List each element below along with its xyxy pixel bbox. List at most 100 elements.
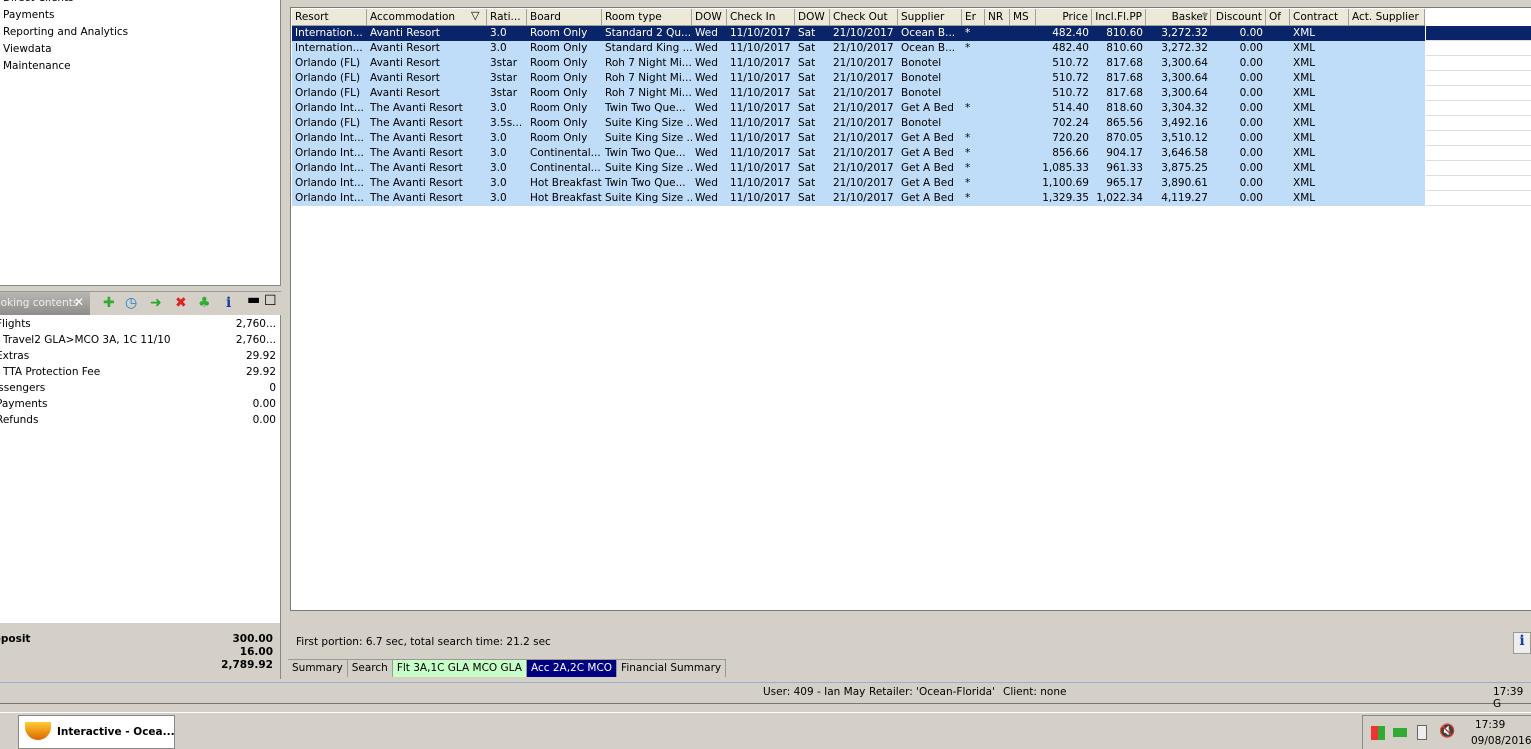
delete-icon[interactable]: ✖	[175, 295, 187, 311]
tab-financial-summary[interactable]: Financial Summary	[617, 659, 727, 677]
info-icon[interactable]: i	[226, 295, 231, 311]
table-row[interactable]: Orlando (FL) Avanti Resort 3star Room Only R…	[291, 56, 1531, 71]
booking-item[interactable]: Travel2 GLA>MCO 3A, 1C 11/10 2,760...	[0, 334, 276, 350]
table-cell: 11/10/2017	[727, 71, 795, 86]
device-icon[interactable]	[1417, 725, 1427, 740]
table-row[interactable]: Orlando Int... The Avanti Resort 3.0 Hot Br…	[291, 191, 1531, 206]
table-row[interactable]: Orlando Int... The Avanti Resort 3.0 Room O…	[291, 101, 1531, 116]
table-cell: Orlando Int...	[292, 101, 367, 116]
nav-item[interactable]: Payments	[3, 9, 54, 21]
column-header[interactable]: Incl.Fl.PP	[1092, 9, 1146, 26]
table-cell: XML	[1290, 191, 1349, 206]
info-button[interactable]: i	[1513, 632, 1531, 654]
tab-booking-contents[interactable]: Booking contents✕	[0, 292, 90, 315]
column-header[interactable]: Contract	[1290, 9, 1349, 26]
column-header[interactable]: Room type	[602, 9, 692, 26]
close-icon[interactable]: ✕	[74, 295, 84, 309]
table-cell: 0.00	[1211, 131, 1266, 146]
tab-acc-2a-2c-mco[interactable]: Acc 2A,2C MCO	[526, 659, 618, 677]
table-cell: *	[962, 41, 985, 56]
column-header[interactable]: Accommodation	[367, 9, 487, 26]
column-header[interactable]: Resort	[292, 9, 367, 26]
table-cell: 3.0	[487, 131, 527, 146]
table-cell: 11/10/2017	[727, 176, 795, 191]
table-cell: Bonotel	[898, 56, 962, 71]
booking-item[interactable]: Passengers 0	[0, 382, 276, 398]
column-header[interactable]: Discount	[1211, 9, 1266, 26]
table-row[interactable]: Internation... Avanti Resort 3.0 Room Only S…	[291, 41, 1531, 56]
table-cell: XML	[1290, 41, 1349, 56]
booking-item-label: Flights	[0, 318, 31, 330]
column-header[interactable]: Check In	[727, 9, 795, 26]
total-label: Deposit	[0, 633, 31, 645]
table-cell: 856.66	[1036, 146, 1092, 161]
column-header[interactable]: NR	[985, 9, 1010, 26]
volume-muted-icon[interactable]: 🔇	[1439, 724, 1455, 739]
status-user: User: 409 - Ian May	[763, 686, 866, 698]
maximize-icon[interactable]: ☐	[264, 293, 277, 309]
table-cell: XML	[1290, 56, 1349, 71]
table-cell: Suite King Size ...	[602, 191, 692, 206]
add-icon[interactable]: ✚	[103, 295, 115, 311]
table-row[interactable]: Orlando Int... The Avanti Resort 3.0 Contin…	[291, 146, 1531, 161]
booking-item[interactable]: Refunds 0.00	[0, 414, 276, 430]
column-header[interactable]: DOW	[692, 9, 727, 26]
table-row[interactable]: Orlando Int... The Avanti Resort 3.0 Hot Br…	[291, 176, 1531, 191]
table-cell: 11/10/2017	[727, 161, 795, 176]
system-tray: 🔇 17:39 09/08/2016	[1362, 715, 1531, 749]
table-cell: 11/10/2017	[727, 26, 795, 41]
clock-icon[interactable]: ◷	[125, 295, 137, 311]
column-header[interactable]: Act. Supplier	[1349, 9, 1425, 26]
network-icon[interactable]	[1393, 728, 1407, 737]
column-header[interactable]: Of	[1266, 9, 1290, 26]
table-cell	[1010, 146, 1036, 161]
table-cell: 810.60	[1092, 26, 1146, 41]
filter-icon[interactable]: ▽	[471, 9, 479, 22]
nav-item[interactable]: Maintenance	[3, 60, 71, 72]
table-cell: *	[962, 161, 985, 176]
column-header[interactable]: Board	[527, 9, 602, 26]
column-header[interactable]: Supplier	[898, 9, 962, 26]
column-header[interactable]: Check Out	[830, 9, 898, 26]
table-cell: Twin Two Que...	[602, 146, 692, 161]
nav-item[interactable]: Viewdata	[3, 43, 52, 55]
table-cell: Room Only	[527, 71, 602, 86]
table-cell: 870.05	[1092, 131, 1146, 146]
column-header[interactable]: DOW	[795, 9, 830, 26]
nav-item[interactable]: Reporting and Analytics	[3, 26, 128, 38]
table-row[interactable]: Internation... Avanti Resort 3.0 Room Only S…	[291, 26, 1531, 41]
table-cell	[1010, 71, 1036, 86]
table-cell: 1,329.35	[1036, 191, 1092, 206]
table-cell: XML	[1290, 86, 1349, 101]
tab-search[interactable]: Search	[347, 659, 393, 677]
table-cell: Wed	[692, 161, 727, 176]
table-cell	[985, 86, 1010, 101]
booking-item[interactable]: TTA Protection Fee 29.92	[0, 366, 276, 382]
booking-item[interactable]: Extras 29.92	[0, 350, 276, 366]
table-row[interactable]: Orlando Int... The Avanti Resort 3.0 Contin…	[291, 161, 1531, 176]
column-header[interactable]: Er	[962, 9, 985, 26]
table-cell: 3,300.64	[1146, 71, 1211, 86]
nav-item[interactable]: Direct Clients	[3, 0, 74, 4]
sort-desc-icon[interactable]: ▼	[1202, 11, 1208, 20]
table-cell: 21/10/2017	[830, 191, 898, 206]
column-header[interactable]: Price	[1036, 9, 1092, 26]
column-header[interactable]: Rati...	[487, 9, 527, 26]
tab-summary[interactable]: Summary	[288, 659, 348, 677]
table-cell: *	[962, 176, 985, 191]
table-row[interactable]: Orlando (FL) Avanti Resort 3star Room Only R…	[291, 71, 1531, 86]
table-cell: Sat	[795, 161, 830, 176]
palm-tree-icon[interactable]: ♣	[198, 295, 211, 311]
table-row[interactable]: Orlando Int... The Avanti Resort 3.0 Room O…	[291, 131, 1531, 146]
tab-flt-3a-1c-gla-mco-gla[interactable]: Flt 3A,1C GLA MCO GLA	[392, 659, 527, 677]
table-cell: 4,119.27	[1146, 191, 1211, 206]
column-header[interactable]: MS	[1010, 9, 1036, 26]
taskbar-app-button[interactable]: Interactive - Ocea...	[18, 715, 175, 749]
minimize-icon[interactable]: ▬	[247, 292, 260, 308]
antivirus-icon[interactable]	[1371, 726, 1385, 740]
table-row[interactable]: Orlando (FL) The Avanti Resort 3.5s... Room…	[291, 116, 1531, 131]
booking-item[interactable]: Payments 0.00	[0, 398, 276, 414]
table-row[interactable]: Orlando (FL) Avanti Resort 3star Room Only R…	[291, 86, 1531, 101]
cart-arrow-icon[interactable]: ➜	[150, 295, 162, 311]
booking-item[interactable]: Flights 2,760...	[0, 318, 276, 334]
